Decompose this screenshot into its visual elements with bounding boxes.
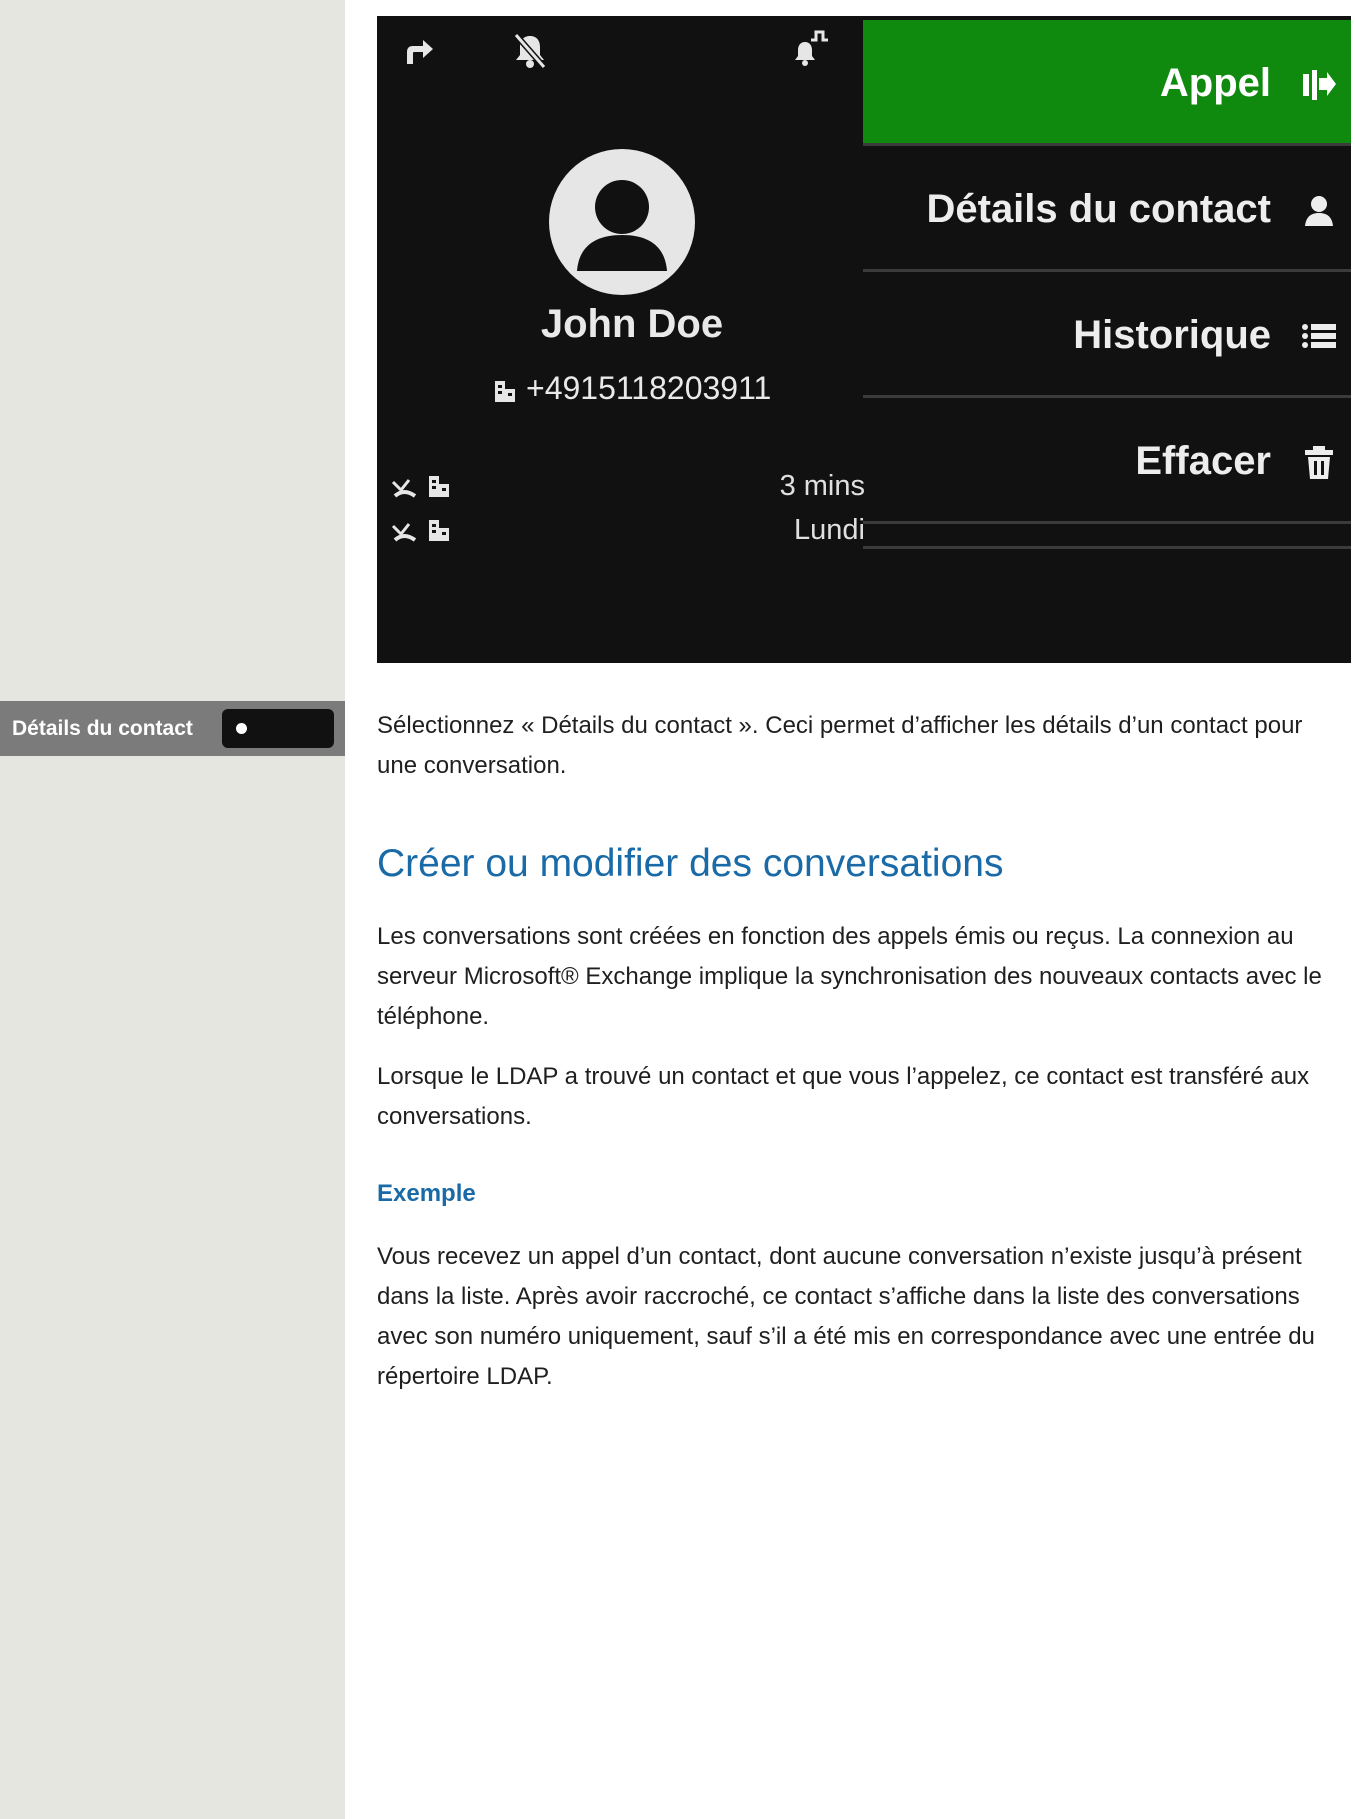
trash-icon [1305,446,1333,479]
contact-number-row: +4915118203911 [494,370,771,407]
softkey-dot-icon [236,723,247,734]
menu-item-appel[interactable]: Appel [863,20,1351,146]
call-transfer-icon [1303,70,1336,100]
bell-muted-icon [513,33,547,69]
list-icon [1302,324,1336,348]
paragraph-1: Les conversations sont créées en fonctio… [377,923,1322,1030]
bell-signal-icon [795,30,828,66]
history-time: Lundi [794,514,865,546]
divider [863,546,1351,549]
phone-screen: John Doe +4915118203911 3 mins Lundi App… [377,16,1351,663]
menu-item-delete[interactable]: Effacer [863,398,1351,524]
softkey-button[interactable] [222,709,334,748]
history-row: 3 mins [391,470,865,504]
sidebar: Détails du contact [0,0,345,1819]
sidebar-label-text: Détails du contact [12,717,193,740]
person-avatar-icon [577,180,667,271]
menu-item-contact-details[interactable]: Détails du contact [863,146,1351,272]
paragraph-3: Vous recevez un appel d’un contact, dont… [377,1243,1315,1390]
example-title: Exemple [377,1180,476,1207]
building-icon [495,380,515,402]
call-missed-icon [391,523,417,542]
menu-item-label: Effacer [1135,439,1271,483]
menu-item-label: Appel [1159,61,1271,105]
call-forward-icon [407,40,433,64]
history-time: 3 mins [779,470,865,502]
person-icon [1305,196,1333,226]
menu-item-label: Détails du contact [926,187,1271,231]
menu-item-history[interactable]: Historique [863,272,1351,398]
building-icon [429,476,450,497]
contact-number: +4915118203911 [526,370,772,406]
building-icon [429,520,450,541]
intro-paragraph: Sélectionnez « Détails du contact ». Cec… [377,712,1303,779]
paragraph-2: Lorsque le LDAP a trouvé un contact et q… [377,1063,1310,1130]
menu-item-label: Historique [1073,313,1271,357]
history-row: Lundi [391,514,865,548]
section-title: Créer ou modifier des conversations [377,842,1004,885]
call-missed-icon [391,479,417,498]
avatar [549,149,695,295]
contact-name: John Doe [540,302,724,346]
sidebar-key-label: Détails du contact [0,701,345,756]
